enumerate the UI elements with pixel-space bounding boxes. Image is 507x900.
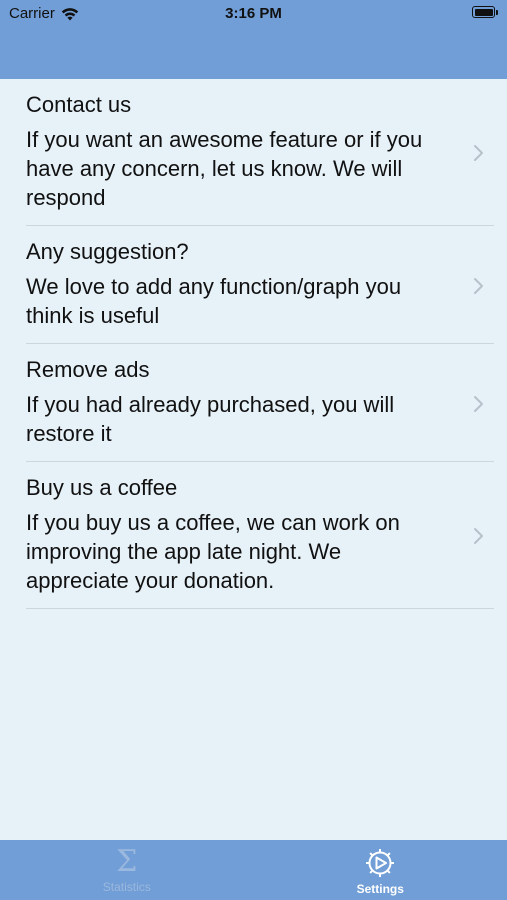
list-item-any-suggestion[interactable]: Any suggestion? We love to add any funct… <box>26 226 494 344</box>
battery-icon <box>472 6 498 18</box>
list-item-title: Contact us <box>26 92 132 117</box>
tab-label: Statistics <box>102 880 151 894</box>
chevron-right-icon <box>474 278 483 294</box>
list-item-title: Buy us a coffee <box>26 475 178 500</box>
sigma-icon: Σ <box>116 844 138 879</box>
tab-settings[interactable]: Settings <box>254 840 507 900</box>
tab-bar: Σ Statistics Settings <box>0 840 507 900</box>
status-bar: Carrier 3:16 PM <box>0 0 507 28</box>
chevron-right-icon <box>474 528 483 544</box>
list-item-title: Any suggestion? <box>26 239 189 264</box>
navigation-header: Carrier 3:16 PM <box>0 0 507 79</box>
chevron-right-icon <box>474 396 483 412</box>
battery-fill <box>474 8 493 16</box>
gear-icon <box>366 849 395 877</box>
list-item-buy-coffee[interactable]: Buy us a coffee If you buy us a coffee, … <box>26 462 494 609</box>
list-item-description: If you buy us a coffee, we can work on i… <box>26 510 400 593</box>
list-item-description: We love to add any function/graph you th… <box>26 274 402 328</box>
list-item-remove-ads[interactable]: Remove ads If you had already purchased,… <box>26 344 494 462</box>
list-item-contact-us[interactable]: Contact us If you want an awesome featur… <box>26 79 494 226</box>
list-item-title: Remove ads <box>26 357 150 382</box>
list-item-description: If you had already purchased, you will r… <box>26 392 395 446</box>
clock: 3:16 PM <box>225 5 282 22</box>
settings-list: Contact us If you want an awesome featur… <box>0 79 507 609</box>
list-item-description: If you want an awesome feature or if you… <box>26 127 423 210</box>
tab-statistics[interactable]: Σ Statistics <box>0 840 254 900</box>
tab-label: Settings <box>356 882 404 896</box>
chevron-right-icon <box>474 145 483 161</box>
